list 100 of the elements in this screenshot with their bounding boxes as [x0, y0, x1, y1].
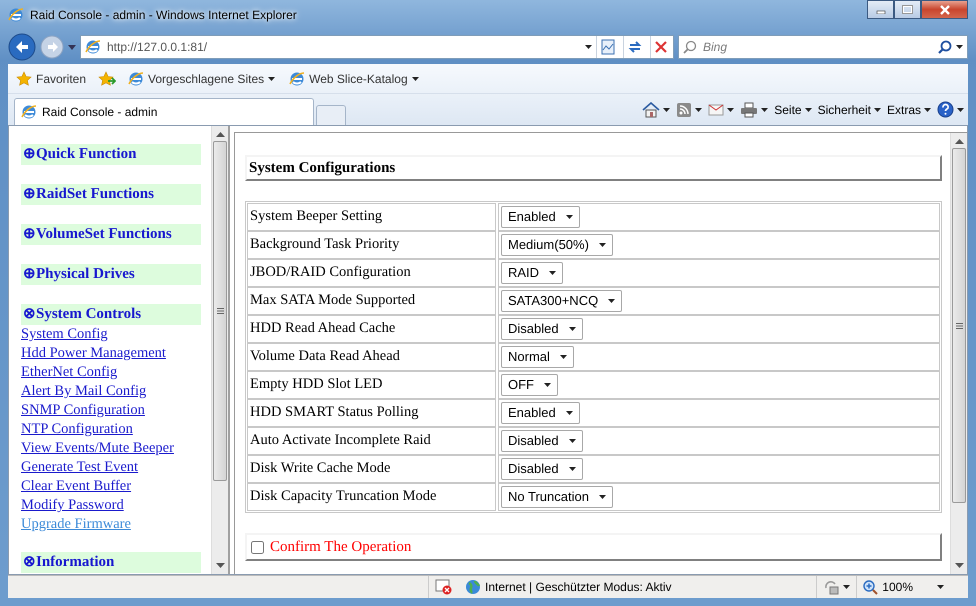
caret-icon: [804, 108, 812, 112]
search-field[interactable]: Bing: [678, 35, 968, 59]
sidebar-link[interactable]: Upgrade Firmware: [21, 515, 131, 534]
scrollbar-thumb[interactable]: [213, 141, 227, 481]
mail-button[interactable]: [708, 104, 734, 116]
search-button[interactable]: [938, 40, 952, 54]
caret-icon: [957, 108, 964, 112]
vertical-scrollbar[interactable]: [211, 126, 228, 574]
search-icon: [938, 40, 952, 54]
caret-icon: [566, 411, 573, 415]
dropdown[interactable]: Enabled: [501, 206, 580, 228]
caret-icon: [663, 108, 670, 112]
minimize-button[interactable]: [867, 0, 894, 19]
setting-label: Auto Activate Incomplete Raid: [247, 427, 496, 455]
caret-icon: [566, 215, 573, 219]
caret-icon: [924, 108, 931, 112]
grip-icon: [216, 308, 224, 314]
dropdown[interactable]: Disabled: [501, 458, 583, 480]
caret-icon: [412, 76, 419, 80]
favorites-bar-item[interactable]: Web Slice-Katalog: [287, 68, 421, 90]
sidebar-link[interactable]: Clear Event Buffer: [21, 477, 132, 496]
home-button[interactable]: [642, 102, 670, 118]
scroll-up-icon: [216, 132, 224, 137]
favorites-button[interactable]: Favoriten: [14, 68, 88, 90]
confirm-label: Confirm The Operation: [270, 538, 412, 557]
mail-icon: [708, 104, 724, 116]
feed-icon: [676, 102, 692, 118]
browser-tab[interactable]: Raid Console - admin: [14, 98, 314, 125]
popup-blocked-icon: [435, 579, 453, 595]
caret-icon: [68, 44, 76, 50]
sidebar-section[interactable]: ⊕RaidSet Functions: [21, 184, 201, 205]
sidebar-link[interactable]: Alert By Mail Config: [21, 382, 146, 401]
dropdown[interactable]: SATA300+NCQ: [501, 290, 622, 312]
maximize-button[interactable]: [894, 0, 921, 19]
sidebar-link[interactable]: System Config: [21, 325, 108, 344]
dropdown[interactable]: Medium(50%): [501, 234, 613, 256]
caret-icon: [560, 355, 567, 359]
dropdown[interactable]: Normal: [501, 346, 574, 368]
sidebar-link[interactable]: NTP Configuration: [21, 420, 133, 439]
scroll-down-icon: [216, 563, 224, 568]
address-field[interactable]: http://127.0.0.1:81/: [80, 35, 674, 59]
vertical-scrollbar[interactable]: [950, 133, 967, 574]
sidebar-section[interactable]: ⊕Physical Drives: [21, 264, 201, 285]
add-favorite-icon: [98, 70, 116, 86]
history-dropdown[interactable]: [68, 44, 76, 50]
browser-icon: [8, 7, 24, 23]
stop-icon: [654, 40, 668, 54]
back-button[interactable]: [8, 33, 36, 61]
help-button[interactable]: [937, 101, 964, 118]
menu-button[interactable]: Extras: [886, 100, 931, 118]
browser-icon: [128, 70, 144, 86]
caret-icon: [937, 585, 944, 589]
setting-label: System Beeper Setting: [247, 203, 496, 231]
sidebar-section[interactable]: ⊗Information: [21, 552, 201, 573]
search-input[interactable]: Bing: [701, 37, 934, 57]
feed-button[interactable]: [676, 102, 702, 118]
scroll-up-icon: [954, 139, 964, 144]
sidebar-link[interactable]: View Events/Mute Beeper: [21, 439, 174, 458]
setting-label: Disk Write Cache Mode: [247, 455, 496, 483]
help-icon: [937, 101, 954, 118]
dropdown[interactable]: No Truncation: [501, 486, 613, 508]
url-input[interactable]: http://127.0.0.1:81/: [105, 37, 581, 57]
forward-button[interactable]: [40, 35, 64, 59]
caret-icon: [761, 108, 768, 112]
print-button[interactable]: [740, 102, 768, 118]
scroll-down-icon: [954, 563, 964, 568]
close-button[interactable]: [921, 0, 968, 19]
caret-icon: [549, 271, 556, 275]
setting-label: HDD Read Ahead Cache: [247, 315, 496, 343]
dropdown[interactable]: Enabled: [501, 402, 580, 424]
caret-icon: [727, 108, 734, 112]
menu-button[interactable]: Sicherheit: [818, 100, 881, 118]
caret-icon: [956, 45, 963, 49]
dropdown[interactable]: Disabled: [501, 318, 583, 340]
setting-label: Volume Data Read Ahead: [247, 343, 496, 371]
dropdown[interactable]: OFF: [501, 374, 558, 396]
zoom-button[interactable]: 100%: [856, 576, 968, 598]
checkbox[interactable]: [251, 540, 264, 554]
grip-icon: [956, 322, 962, 328]
caret-icon: [568, 467, 576, 471]
dropdown[interactable]: RAID: [501, 262, 564, 284]
sidebar-link[interactable]: Hdd Power Management: [21, 344, 166, 363]
sidebar-section[interactable]: ⊕Quick Function: [21, 144, 201, 165]
status-text: Internet | Geschützter Modus: Aktiv: [485, 579, 672, 596]
scrollbar-thumb[interactable]: [952, 148, 966, 503]
sidebar-link[interactable]: EtherNet Config: [21, 363, 118, 382]
sidebar-link[interactable]: Modify Password: [21, 496, 124, 515]
caret-icon: [568, 327, 576, 331]
sidebar-link[interactable]: Generate Test Event: [21, 458, 138, 477]
caret-icon: [695, 108, 702, 112]
star-icon: [16, 70, 32, 86]
sidebar-link[interactable]: SNMP Configuration: [21, 401, 145, 420]
sidebar-section[interactable]: ⊕VolumeSet Functions: [21, 224, 201, 245]
caret-icon: [544, 383, 551, 387]
sidebar-section[interactable]: ⊗System Controls: [21, 304, 201, 325]
dropdown[interactable]: Disabled: [501, 430, 583, 452]
menu-button[interactable]: Seite: [774, 100, 812, 118]
caret-icon: [843, 585, 850, 589]
favorites-bar-item[interactable]: Vorgeschlagene Sites: [126, 68, 278, 90]
caret-icon: [874, 108, 881, 112]
